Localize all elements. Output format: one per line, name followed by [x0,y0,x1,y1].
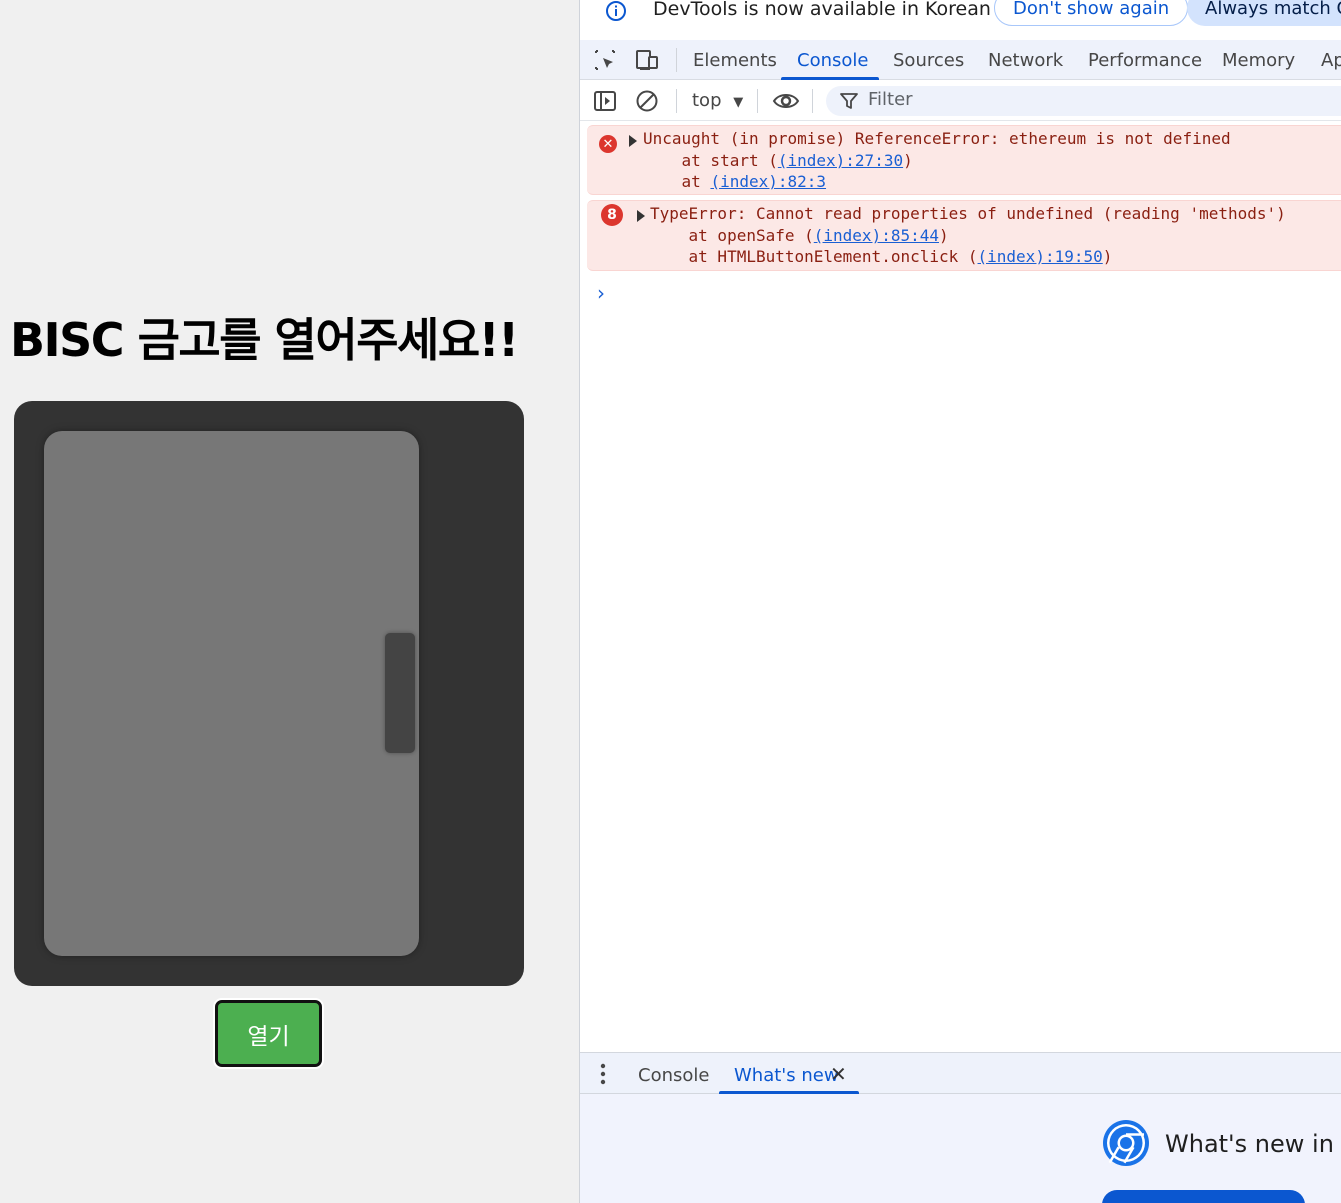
filter-field[interactable]: Filter [826,86,1341,116]
chevron-down-icon: ▼ [733,95,744,110]
page-title: BISC 금고를 열어주세요!! [10,313,519,367]
stack-line: at HTMLButtonElement.onclick ((index):19… [650,247,1113,266]
error-line: Uncaught (in promise) ReferenceError: et… [643,129,1231,148]
language-infobar: DevTools is now available in Korean Don'… [580,0,1341,40]
console-toolbar: top ▼ Filter [580,81,1341,121]
drawer-tab-console[interactable]: Console [638,1065,709,1086]
error-count-badge: 8 [601,204,623,226]
context-dropdown[interactable]: top ▼ [692,90,743,111]
safe-body [14,401,524,986]
tab-application[interactable]: Ap [1321,50,1341,71]
toolbar-divider [812,89,813,113]
info-icon [606,1,626,21]
toolbar-divider [676,48,677,72]
inspect-element-icon[interactable] [593,48,617,72]
error-line: TypeError: Cannot read properties of und… [650,204,1286,223]
eye-icon[interactable] [772,89,800,113]
open-safe-button[interactable]: 열기 [215,1000,322,1067]
toolbar-divider [757,89,758,113]
toolbar-divider [676,89,677,113]
devtools-panel: DevTools is now available in Korean Don'… [579,0,1341,1203]
stack-line: at start ((index):27:30) [643,151,913,170]
device-toolbar-icon[interactable] [635,48,659,72]
dont-show-again-button[interactable]: Don't show again [994,0,1189,26]
console-error-message[interactable]: ✕ Uncaught (in promise) ReferenceError: … [587,125,1341,195]
learn-more-button[interactable] [1102,1190,1305,1203]
stack-line: at openSafe ((index):85:44) [650,226,949,245]
error-icon: ✕ [599,135,617,153]
web-page: BISC 금고를 열어주세요!! 열기 [0,0,579,1203]
source-link[interactable]: (index):85:44 [814,226,939,245]
source-link[interactable]: (index):82:3 [710,172,826,191]
infobar-message: DevTools is now available in Korean [653,0,991,20]
drawer-tab-whats-new[interactable]: What's new [734,1065,839,1086]
tab-elements[interactable]: Elements [693,50,777,71]
clear-console-icon[interactable] [635,89,659,113]
source-link[interactable]: (index):27:30 [778,151,903,170]
whats-new-panel: What's new in D [580,1094,1341,1203]
active-tab-indicator [781,77,879,80]
more-options-icon[interactable] [600,1063,606,1085]
tab-memory[interactable]: Memory [1222,50,1295,71]
tab-sources[interactable]: Sources [893,50,964,71]
expand-triangle-icon[interactable] [637,210,645,222]
drawer-tabbar: Console What's new ✕ [580,1052,1341,1094]
always-match-language-button[interactable]: Always match Ch [1187,0,1341,26]
tab-network[interactable]: Network [988,50,1063,71]
console-prompt-caret-icon[interactable]: › [597,281,605,305]
chrome-logo-icon [1103,1120,1149,1166]
filter-input[interactable]: Filter [868,89,913,110]
context-value: top [692,90,722,111]
filter-icon [840,93,858,109]
devtools-tabbar: Elements Console Sources Network Perform… [580,40,1341,80]
tab-console[interactable]: Console [797,50,868,71]
expand-triangle-icon[interactable] [629,135,637,147]
stack-line: at (index):82:3 [643,172,827,191]
tab-performance[interactable]: Performance [1088,50,1202,71]
close-icon[interactable]: ✕ [830,1062,847,1086]
console-error-message[interactable]: 8 TypeError: Cannot read properties of u… [587,200,1341,271]
safe-handle [385,633,415,753]
console-output: ✕ Uncaught (in promise) ReferenceError: … [580,121,1341,1052]
sidebar-toggle-icon[interactable] [593,89,617,113]
safe-door [44,431,419,956]
whats-new-heading: What's new in D [1165,1130,1341,1158]
source-link[interactable]: (index):19:50 [978,247,1103,266]
